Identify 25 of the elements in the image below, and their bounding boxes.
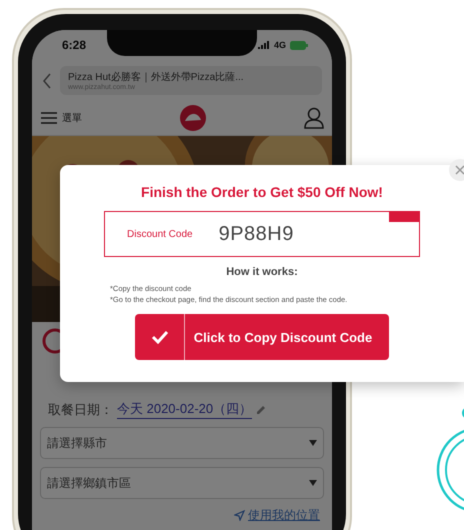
user-icon[interactable]	[304, 107, 324, 129]
discount-code: 9P88H9	[218, 222, 294, 246]
dropdown-arrow-icon	[309, 440, 317, 446]
status-time: 6:28	[62, 38, 86, 52]
copy-code-button[interactable]: Click to Copy Discount Code	[135, 314, 389, 360]
dropdown-field[interactable]: 請選擇縣市	[40, 427, 324, 459]
pickup-date-label: 取餐日期：	[48, 400, 113, 418]
dropdown-arrow-icon	[309, 480, 317, 486]
discount-code-label: Discount Code	[127, 228, 193, 240]
signal-icon	[258, 41, 270, 49]
page-title: Pizza Hut必勝客｜外送外帶Pizza比薩...	[68, 70, 245, 84]
pickup-date-link[interactable]: 今天 2020-02-20（四）	[117, 400, 252, 419]
pencil-icon[interactable]	[256, 404, 266, 414]
location-icon	[234, 510, 245, 521]
instructions-title: How it works:	[226, 266, 298, 278]
menu-label[interactable]: 選單	[62, 111, 82, 125]
popup-title: Finish the Order to Get $50 Off Now!	[141, 184, 383, 200]
battery-icon	[290, 40, 308, 50]
use-location-link[interactable]: 使用我的位置	[248, 507, 320, 524]
logo-icon[interactable]	[180, 105, 206, 131]
network-type: 4G	[274, 40, 286, 50]
check-icon	[150, 330, 168, 344]
menu-icon[interactable]	[40, 111, 58, 125]
dropdown-field[interactable]: 請選擇鄉鎮市區	[40, 467, 324, 499]
back-icon[interactable]	[42, 72, 52, 88]
